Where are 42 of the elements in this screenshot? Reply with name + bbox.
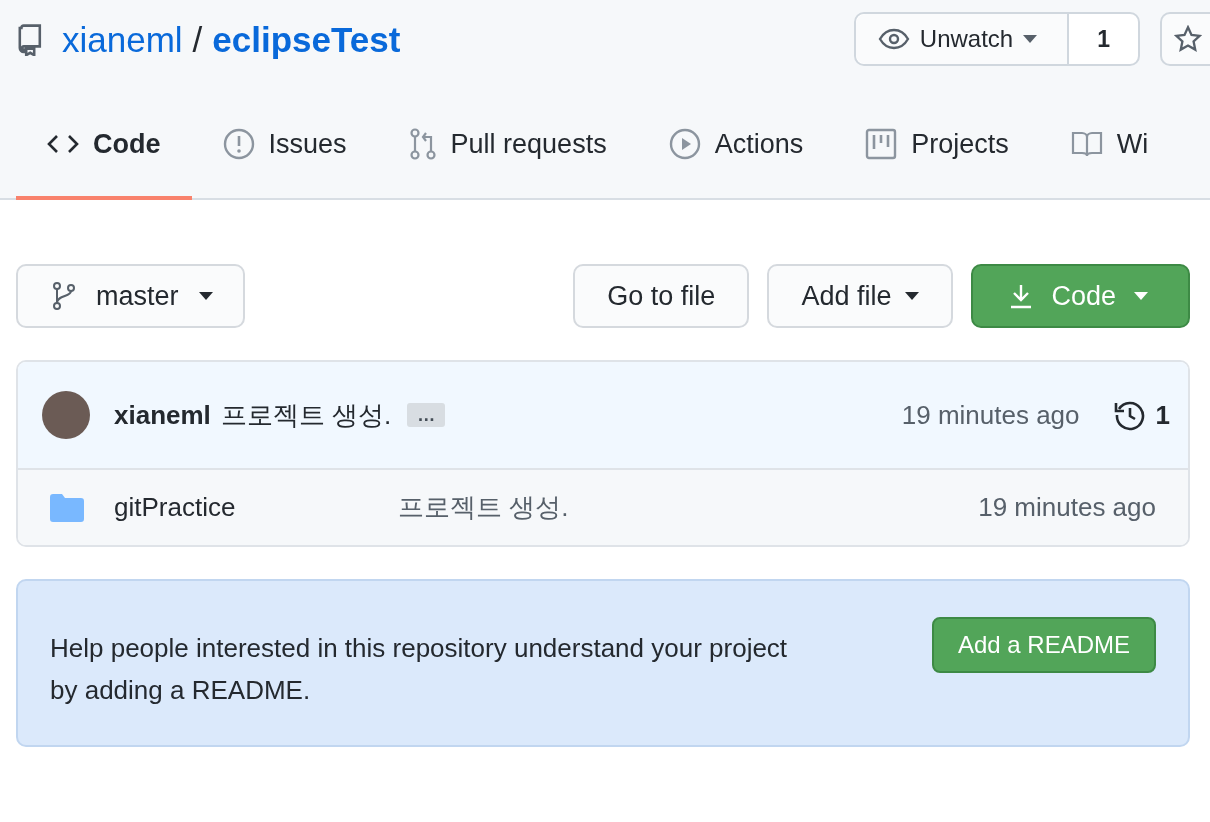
project-board-icon (865, 128, 898, 160)
commit-time: 19 minutes ago (901, 399, 1080, 431)
path-separator: / (192, 20, 203, 60)
commit-time: 19 minutes ago (978, 492, 1156, 523)
commit-message-link[interactable]: 프로젝트 생성. (220, 397, 392, 433)
repo-tab[interactable]: Actions (637, 92, 835, 200)
expand-button[interactable]: … (407, 403, 446, 427)
readme-prompt-text: Help people interested in this repository understand your project by adding a README. (50, 632, 789, 708)
repo-tab[interactable]: Projects (834, 92, 1040, 200)
caret-icon (1134, 292, 1148, 300)
owner-link[interactable]: xianeml (62, 20, 183, 60)
commit-message-link[interactable]: 프로젝트 생성. (398, 490, 979, 525)
repo-tab[interactable]: Pull requests (377, 92, 638, 200)
unwatch-button[interactable]: Unwatch (855, 14, 1070, 64)
add-file-button[interactable]: Add file (767, 264, 954, 328)
branch-button[interactable]: master (16, 264, 245, 328)
caret-icon (905, 292, 920, 300)
repo-tab[interactable]: Code (16, 92, 192, 200)
play-icon (668, 128, 701, 160)
branch-icon (52, 282, 76, 310)
watchers-count[interactable]: 1 (1069, 14, 1138, 64)
download-icon (1009, 283, 1034, 309)
repository-icon (18, 24, 44, 56)
author-link[interactable]: xianeml (114, 399, 211, 431)
caret-icon (198, 292, 213, 300)
issue-icon (222, 128, 255, 160)
folder-icon (50, 493, 84, 522)
avatar (42, 391, 90, 439)
book-icon (1070, 130, 1103, 158)
history-icon (1113, 399, 1146, 431)
eye-icon (877, 28, 910, 50)
commit-history-link[interactable]: 1 (1113, 399, 1170, 431)
star-button[interactable] (1160, 12, 1210, 66)
repo-tab[interactable]: Issues (191, 92, 378, 200)
file-name-link[interactable]: gitPractice (114, 492, 398, 523)
pull-request-icon (408, 128, 437, 160)
repo-tab[interactable]: Wi (1039, 92, 1180, 200)
star-icon (1174, 25, 1202, 53)
caret-icon (1023, 35, 1038, 43)
code-icon (47, 133, 79, 155)
repository-link[interactable]: eclipseTest (212, 20, 401, 60)
go-to-file-button[interactable]: Go to file (573, 264, 750, 328)
